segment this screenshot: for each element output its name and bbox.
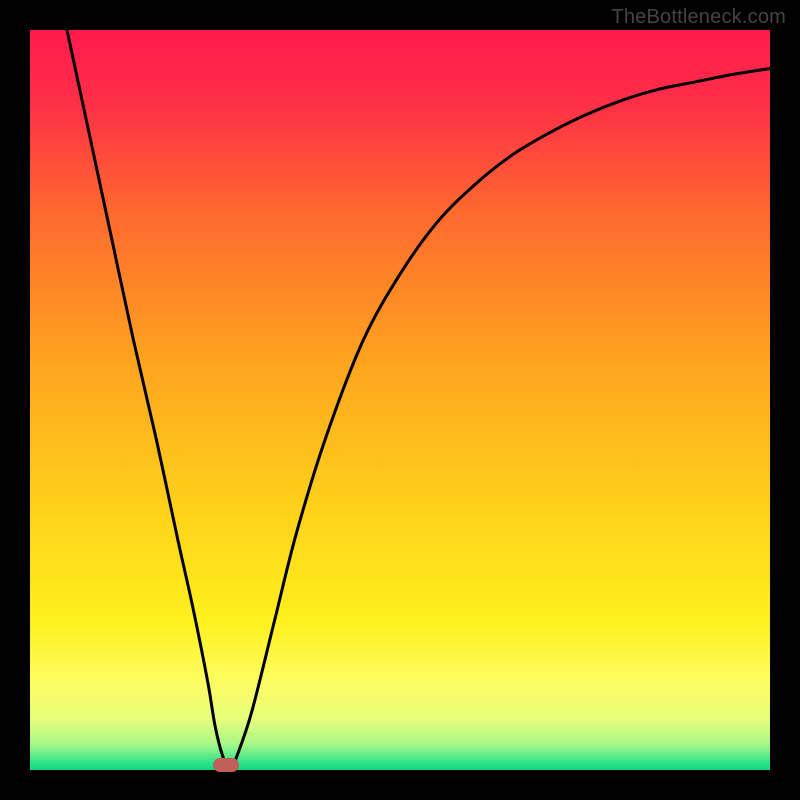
watermark-text: TheBottleneck.com <box>611 6 786 29</box>
chart-frame <box>30 30 770 770</box>
chart-background-gradient <box>30 30 770 770</box>
minimum-marker <box>213 758 239 772</box>
